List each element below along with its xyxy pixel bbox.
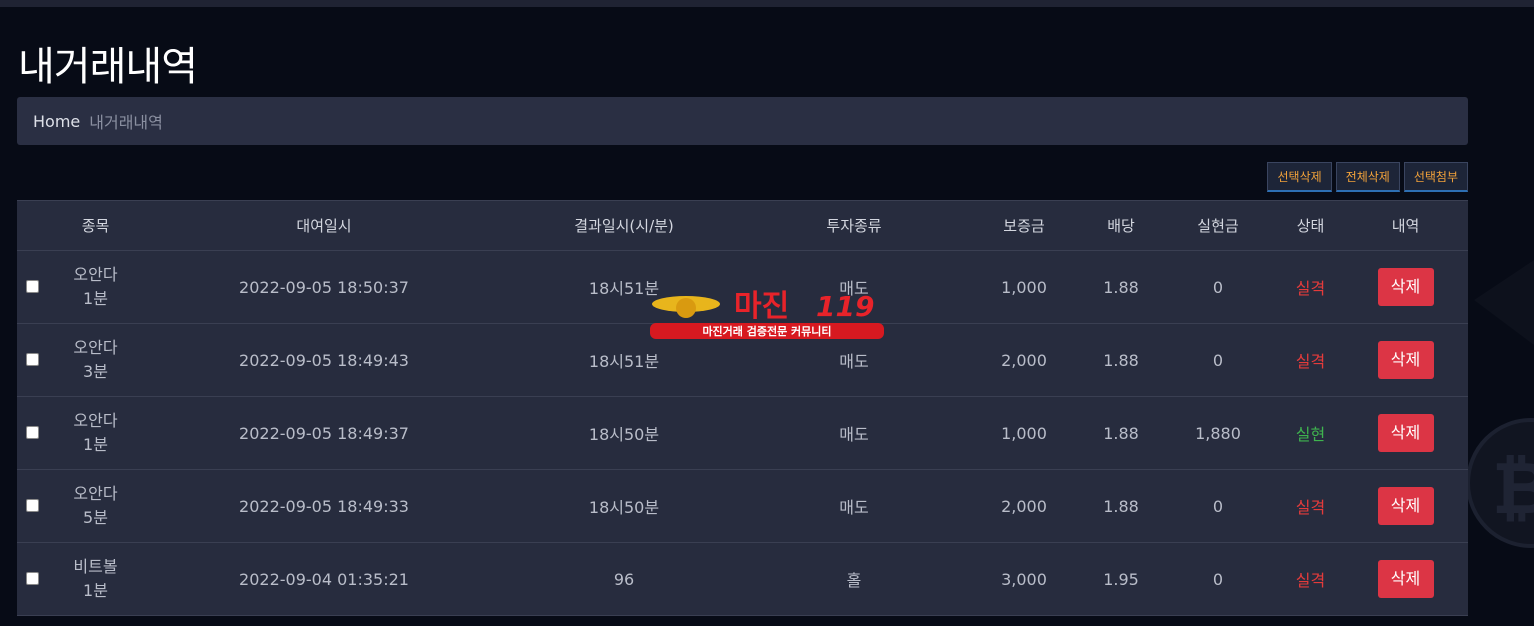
status-badge: 실현 [1295, 425, 1326, 444]
table-row: 비트볼 1분 2022-09-04 01:35:21 96 홀 3,000 1.9… [17, 543, 1468, 616]
header-odds: 배당 [1107, 217, 1135, 235]
delete-all-button[interactable]: 전체삭제 [1335, 162, 1400, 192]
header-payout: 실현금 [1197, 217, 1239, 235]
odds-value: 1.88 [1103, 423, 1139, 443]
row-checkbox[interactable] [26, 279, 39, 293]
trade-date: 2022-09-05 18:49:43 [239, 350, 409, 370]
result-time: 18시50분 [588, 498, 660, 517]
trade-type: 매도 [839, 498, 869, 517]
row-checkbox[interactable] [26, 352, 39, 366]
attach-selected-button[interactable]: 선택첨부 [1403, 162, 1468, 192]
status-badge: 실격 [1295, 279, 1326, 298]
table-row: 오안다 3분 2022-09-05 18:49:43 18시51분 매도 2,00… [17, 324, 1468, 397]
bitcoin-coin-icon: ₿ [1466, 418, 1534, 548]
row-checkbox[interactable] [26, 425, 39, 439]
trade-type: 매도 [839, 279, 869, 298]
symbol-name: 비트볼 [73, 557, 118, 576]
status-badge: 실격 [1295, 571, 1326, 590]
symbol-interval: 1분 [83, 289, 108, 308]
odds-value: 1.95 [1103, 569, 1139, 589]
symbol-name: 오안다 [73, 411, 118, 430]
status-badge: 실격 [1295, 352, 1326, 371]
header-result-time: 결과일시(시/분) [574, 217, 674, 235]
symbol-name: 오안다 [73, 265, 118, 284]
table-header-row: 종목 대여일시 결과일시(시/분) 투자종류 보증금 배당 실현금 상태 내역 [17, 200, 1468, 251]
breadcrumb-home-link[interactable]: Home [33, 112, 80, 131]
odds-value: 1.88 [1103, 496, 1139, 516]
symbol-interval: 3분 [83, 362, 108, 381]
result-time: 18시50분 [588, 425, 660, 444]
symbol-name: 오안다 [73, 484, 118, 503]
delete-row-button[interactable]: 삭제 [1377, 560, 1434, 598]
symbol-interval: 1분 [83, 435, 108, 454]
background-decoration [1474, 260, 1534, 345]
trade-history-table: 종목 대여일시 결과일시(시/분) 투자종류 보증금 배당 실현금 상태 내역 … [17, 200, 1468, 616]
header-type: 투자종류 [826, 217, 882, 235]
header-detail: 내역 [1391, 217, 1420, 235]
delete-row-button[interactable]: 삭제 [1377, 268, 1434, 306]
payout-amount: 1,880 [1195, 423, 1241, 443]
result-time: 96 [613, 569, 635, 589]
symbol-interval: 5분 [83, 508, 108, 527]
header-deposit: 보증금 [1003, 217, 1045, 235]
delete-row-button[interactable]: 삭제 [1377, 487, 1434, 525]
trade-date: 2022-09-04 01:35:21 [239, 569, 409, 589]
deposit-amount: 3,000 [1001, 569, 1047, 589]
odds-value: 1.88 [1103, 277, 1139, 297]
row-checkbox[interactable] [26, 498, 39, 512]
payout-amount: 0 [1212, 350, 1224, 370]
delete-row-button[interactable]: 삭제 [1377, 341, 1434, 379]
top-nav-bar [0, 0, 1534, 7]
result-time: 18시51분 [588, 352, 660, 371]
table-row: 오안다 1분 2022-09-05 18:49:37 18시50분 매도 1,00… [17, 397, 1468, 470]
delete-row-button[interactable]: 삭제 [1377, 414, 1434, 452]
table-actions: 선택삭제 전체삭제 선택첨부 [1267, 162, 1468, 192]
status-badge: 실격 [1295, 498, 1326, 517]
payout-amount: 0 [1212, 496, 1224, 516]
header-date: 대여일시 [296, 217, 352, 235]
delete-selected-button[interactable]: 선택삭제 [1267, 162, 1332, 192]
breadcrumb: Home 내거래내역 [17, 97, 1468, 145]
table-row: 오안다 5분 2022-09-05 18:49:33 18시50분 매도 2,00… [17, 470, 1468, 543]
payout-amount: 0 [1212, 277, 1224, 297]
header-status: 상태 [1296, 217, 1325, 235]
trade-date: 2022-09-05 18:49:37 [239, 423, 409, 443]
deposit-amount: 2,000 [1001, 350, 1047, 370]
trade-date: 2022-09-05 18:49:33 [239, 496, 409, 516]
odds-value: 1.88 [1103, 350, 1139, 370]
deposit-amount: 2,000 [1001, 496, 1047, 516]
header-checkbox-col [17, 201, 47, 251]
symbol-interval: 1분 [83, 581, 108, 600]
payout-amount: 0 [1212, 569, 1224, 589]
trade-date: 2022-09-05 18:50:37 [239, 277, 409, 297]
deposit-amount: 1,000 [1001, 277, 1047, 297]
breadcrumb-current: 내거래내역 [89, 113, 163, 132]
table-row: 오안다 1분 2022-09-05 18:50:37 18시51분 매도 1,00… [17, 251, 1468, 324]
result-time: 18시51분 [588, 279, 660, 298]
trade-type: 매도 [839, 352, 869, 371]
deposit-amount: 1,000 [1001, 423, 1047, 443]
trade-type: 홀 [846, 571, 862, 590]
header-symbol: 종목 [81, 217, 110, 235]
trade-type: 매도 [839, 425, 869, 444]
row-checkbox[interactable] [26, 571, 39, 585]
symbol-name: 오안다 [73, 338, 118, 357]
page-title: 내거래내역 [18, 44, 198, 90]
